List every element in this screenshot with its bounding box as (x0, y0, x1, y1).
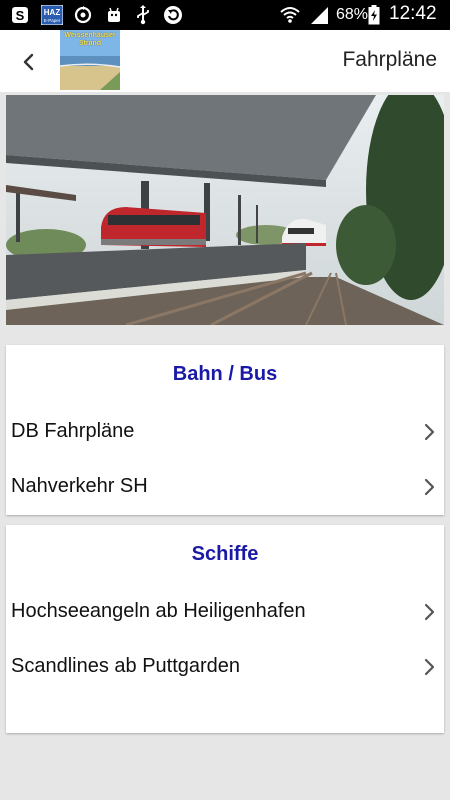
train-station-photo (6, 95, 444, 325)
list-item-label: Hochseeangeln ab Heiligenhafen (11, 600, 306, 622)
app-logo-text: Weissenhäuser Strand (64, 32, 116, 47)
back-button[interactable] (12, 45, 46, 79)
battery-percent: 68% (336, 6, 369, 23)
list-item-hochseeangeln[interactable]: Hochseeangeln ab Heiligenhafen (6, 587, 444, 637)
chevron-right-icon (424, 478, 435, 496)
skype-icon: S (10, 5, 30, 25)
page-title: Fahrpläne (342, 48, 437, 71)
app-logo[interactable]: Weissenhäuser Strand (60, 30, 120, 90)
list-item-label: Nahverkehr SH (11, 475, 148, 497)
section-card-bahn-bus: Bahn / Bus DB Fahrpläne Nahverkehr SH (6, 345, 444, 515)
section-title: Bahn / Bus (172, 363, 278, 385)
list-item-db-fahrplaene[interactable]: DB Fahrpläne (6, 407, 444, 457)
svg-text:S: S (16, 8, 25, 23)
list-item-label: Scandlines ab Puttgarden (11, 655, 241, 677)
signal-icon (308, 5, 330, 25)
chevron-right-icon (424, 423, 435, 441)
sync-icon (72, 5, 94, 25)
haz-label-bottom: E-Paper (44, 18, 61, 23)
list-item-label: DB Fahrpläne (11, 420, 135, 442)
refresh-icon (162, 5, 184, 25)
section-card-schiffe: Schiffe Hochseeangeln ab Heiligenhafen S… (6, 525, 444, 733)
battery-charging-icon (367, 5, 381, 25)
haz-epaper-icon: HAZ E-Paper (40, 5, 64, 25)
section-title: Schiffe (191, 543, 259, 565)
status-bar: S HAZ E-Paper 68% 12:42 (0, 0, 450, 30)
app-bar: Weissenhäuser Strand Fahrpläne (0, 30, 450, 92)
haz-label-top: HAZ (44, 8, 61, 17)
chevron-right-icon (424, 658, 435, 676)
list-item-scandlines[interactable]: Scandlines ab Puttgarden (6, 642, 444, 692)
list-item-nahverkehr-sh[interactable]: Nahverkehr SH (6, 462, 444, 512)
clock: 12:42 (389, 3, 437, 24)
chevron-right-icon (424, 603, 435, 621)
chevron-left-icon (23, 53, 34, 71)
usb-icon (134, 5, 152, 25)
android-debug-icon (104, 5, 124, 25)
wifi-icon (278, 5, 302, 25)
